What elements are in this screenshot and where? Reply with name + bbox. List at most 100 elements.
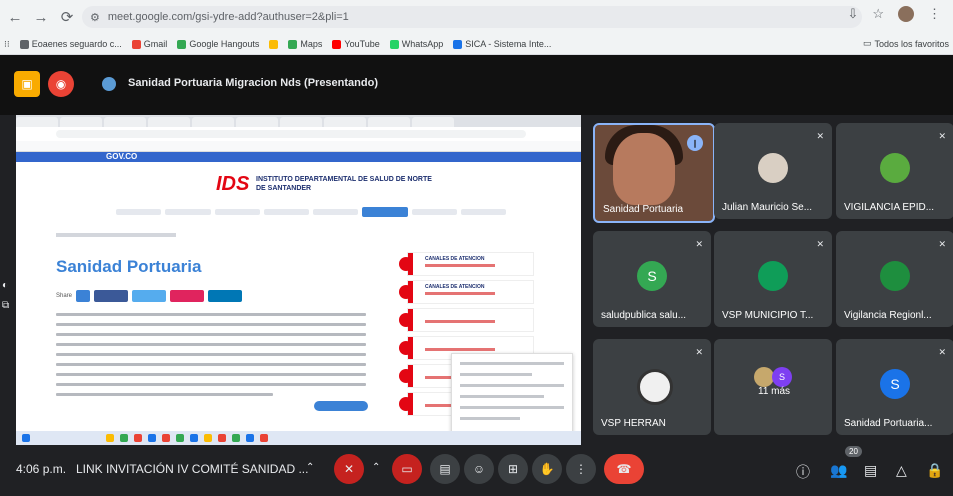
site-menu-item <box>313 209 359 215</box>
participant-avatar: S <box>772 367 792 387</box>
star-icon[interactable]: ☆ <box>872 6 884 22</box>
menu-kebab-icon[interactable]: ⋮ <box>928 6 941 22</box>
tile-participant[interactable]: ✕ Julian Mauricio Se... <box>714 123 832 219</box>
site-menu-item <box>263 209 309 215</box>
mic-toggle-button[interactable]: ✕ <box>334 454 364 484</box>
text-line <box>56 353 366 356</box>
tile-more-participants[interactable]: S 11 más <box>714 339 832 435</box>
hand-icon: ✋ <box>539 462 555 476</box>
gmail-icon <box>131 39 141 49</box>
tile-self[interactable]: ∥ Sanidad Portuaria <box>593 123 715 223</box>
emoji-button[interactable]: ☺ <box>464 454 494 484</box>
chat-line <box>460 373 532 376</box>
info-icon[interactable]: ⓘ <box>796 462 810 482</box>
shared-tab <box>60 117 102 127</box>
back-icon[interactable]: ← <box>4 6 26 28</box>
side-card-sub <box>425 320 495 323</box>
bookmark-maps[interactable]: Maps <box>288 39 322 49</box>
address-bar[interactable]: ⚙ meet.google.com/gsi-ydre-add?authuser=… <box>82 6 862 28</box>
hangup-button[interactable]: ☎ <box>604 454 644 484</box>
participant-avatar <box>880 153 910 183</box>
audio-activity-icon: ∥ <box>687 135 703 151</box>
raise-hand-button[interactable]: ✋ <box>532 454 562 484</box>
windows-taskbar <box>16 431 581 445</box>
bookmark-sica[interactable]: SICA - Sistema Inte... <box>453 39 551 49</box>
taskbar-app-icon <box>232 434 240 442</box>
host-controls-icon[interactable]: 🔒 <box>926 462 943 479</box>
chat-line <box>460 395 544 398</box>
info-icon <box>399 397 413 411</box>
breadcrumb <box>56 233 176 237</box>
camera-toggle-button[interactable]: ▭ <box>392 454 422 484</box>
mic-off-icon: ✕ <box>343 462 355 476</box>
recording-icon[interactable]: ◉ <box>48 71 74 97</box>
present-button[interactable]: ⊞ <box>498 454 528 484</box>
page-title: Sanidad Portuaria <box>56 257 202 276</box>
participant-video <box>613 133 675 205</box>
participant-avatar <box>754 367 774 387</box>
bookmark-0[interactable]: Eoaenes seguardo c... <box>19 39 122 49</box>
phone-icon <box>399 257 413 271</box>
bookmark-gmail[interactable]: Gmail <box>131 39 167 49</box>
browser-toolbar: ← → ⟳ ⚙ meet.google.com/gsi-ydre-add?aut… <box>0 0 953 34</box>
participant-avatar <box>758 261 788 291</box>
activities-icon[interactable]: ▣ <box>14 71 40 97</box>
chat-line <box>460 417 520 420</box>
bookmark-whatsapp[interactable]: WhatsApp <box>389 39 443 49</box>
mic-off-icon: ✕ <box>695 239 703 249</box>
text-line <box>56 373 366 376</box>
shared-screen[interactable]: GOV.CO IDS INSTITUTO DEPARTAMENTAL DE SA… <box>16 115 581 445</box>
tile-name: saludpublica salu... <box>601 310 687 321</box>
taskbar-app-icon <box>260 434 268 442</box>
site-info-icon[interactable]: ⚙ <box>90 11 100 24</box>
more-vert-icon: ⋮ <box>575 462 587 476</box>
contrast-icon[interactable]: ◐ <box>2 280 8 291</box>
all-bookmarks[interactable]: ▭ Todos los favoritos <box>863 38 949 49</box>
side-card-sub <box>425 264 495 267</box>
tile-participant[interactable]: ✕ VIGILANCIA EPID... <box>836 123 953 219</box>
mail-icon <box>399 285 413 299</box>
shared-tab <box>412 117 454 127</box>
activities-icon[interactable]: △ <box>896 462 907 479</box>
tile-participant[interactable]: ✕ VSP MUNICIPIO T... <box>714 231 832 327</box>
tile-participant[interactable]: ✕ S saludpublica salu... <box>593 231 711 327</box>
bookmark-youtube[interactable]: YouTube <box>332 39 380 49</box>
share-button <box>76 290 91 302</box>
picture-in-picture-icon[interactable]: ⧉ <box>2 300 9 311</box>
site-menu-item <box>165 209 211 215</box>
bookmark-hangouts[interactable]: Google Hangouts <box>177 39 259 49</box>
mic-off-icon: ✕ <box>695 347 703 357</box>
site-menu-item-active <box>362 207 408 217</box>
presenting-title: Sanidad Portuaria Migracion Nds (Present… <box>128 77 378 89</box>
participant-count: 20 <box>845 446 862 457</box>
captions-button[interactable]: ▤ <box>430 454 460 484</box>
info-icon <box>399 341 413 355</box>
bookmark-photos[interactable] <box>269 39 279 49</box>
youtube-icon <box>332 39 342 49</box>
profile-avatar[interactable] <box>898 6 914 22</box>
tile-participant[interactable]: ✕ VSP HERRAN <box>593 339 711 435</box>
chevron-up-icon[interactable]: ⌃ <box>306 462 314 473</box>
clock: 4:06 p.m. <box>16 462 67 476</box>
reload-icon[interactable]: ⟳ <box>56 6 78 28</box>
participant-avatar <box>758 153 788 183</box>
tile-participant[interactable]: ✕ Vigilancia Regionl... <box>836 231 953 327</box>
more-options-button[interactable]: ⋮ <box>566 454 596 484</box>
participant-avatar: S <box>880 369 910 399</box>
bookmark-icon <box>19 39 29 49</box>
people-icon[interactable]: 👥 <box>830 462 847 479</box>
chat-icon[interactable]: ▤ <box>864 462 877 479</box>
tile-name: VSP MUNICIPIO T... <box>722 310 814 321</box>
mic-off-icon: ✕ <box>816 239 824 249</box>
site-header: IDS INSTITUTO DEPARTAMENTAL DE SALUD DE … <box>16 163 581 203</box>
emoji-icon: ☺ <box>472 462 486 476</box>
site-menu-item <box>116 209 162 215</box>
govco-label: GOV.CO <box>106 152 138 161</box>
apps-icon[interactable]: ⁝⁝ <box>4 39 10 50</box>
tile-participant[interactable]: ✕ S Sanidad Portuaria... <box>836 339 953 435</box>
download-icon[interactable]: ⇩ <box>847 6 858 22</box>
forward-icon[interactable]: → <box>30 6 52 28</box>
participant-avatar <box>637 369 673 405</box>
photos-icon <box>269 39 279 49</box>
chevron-up-icon[interactable]: ⌃ <box>372 462 380 473</box>
